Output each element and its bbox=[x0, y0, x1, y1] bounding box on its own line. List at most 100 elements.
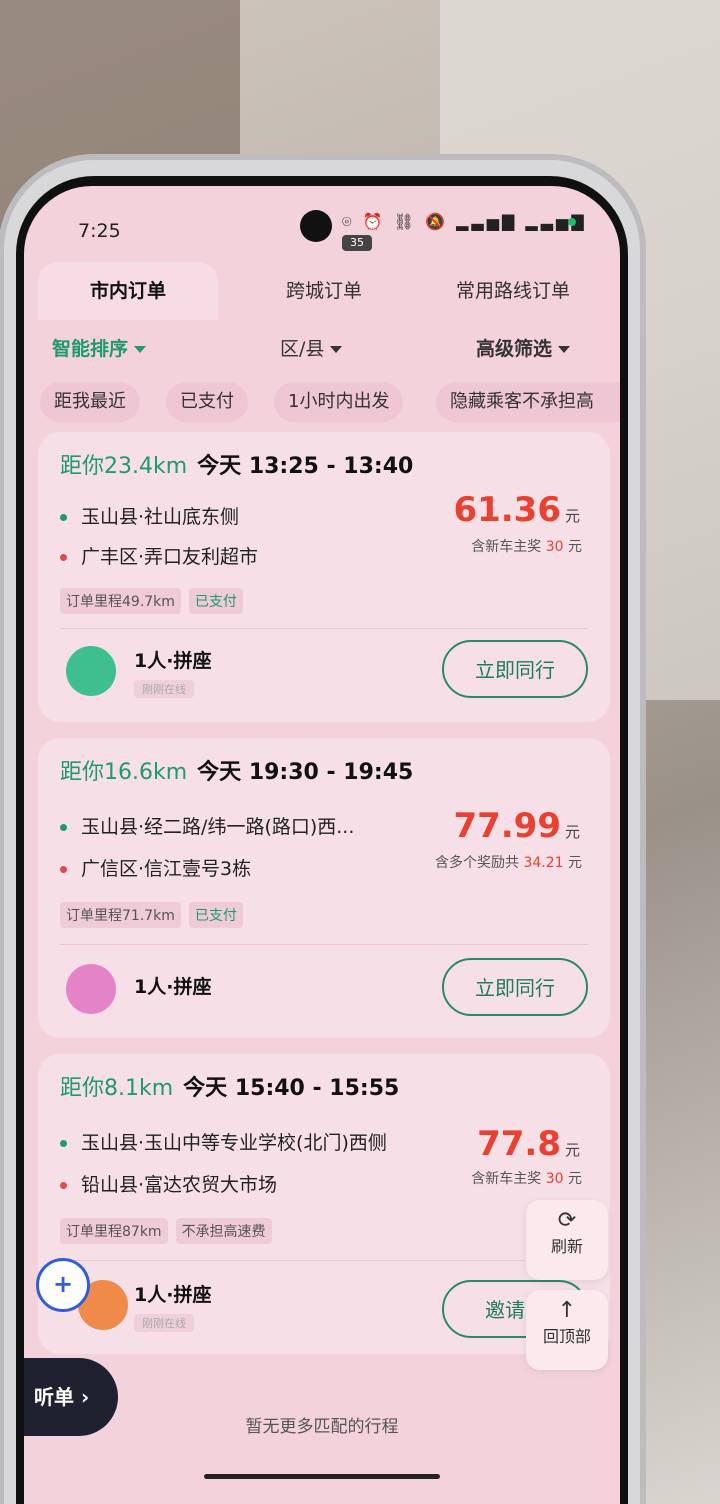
bonus-unit: 元 bbox=[568, 1171, 582, 1187]
tab-routes[interactable]: 常用路线订单 bbox=[420, 262, 606, 320]
caret-down-icon bbox=[134, 346, 147, 353]
sort-label: 智能排序 bbox=[52, 338, 129, 360]
chip-within-hour[interactable]: 1小时内出发 bbox=[274, 382, 404, 422]
order-distance: 距你23.4km bbox=[60, 454, 188, 479]
phone-screen: 7:25 ⌾ ⏰ ⛓ 🔕 ▂▃▅▇ ▂▃▅▇ 35 市内订单 跨城订单 常用路线… bbox=[24, 186, 620, 1504]
order-price: 61.36 元 bbox=[453, 490, 580, 530]
order-tags: 订单里程87km 不承担高速费 bbox=[60, 1218, 280, 1244]
advanced-filter-label: 高级筛选 bbox=[476, 338, 553, 360]
seat-info: 1人·拼座 bbox=[134, 1284, 212, 1306]
bonus-text: 含多个奖励共 bbox=[435, 855, 519, 871]
dropoff-text: 铅山县·富达农贸大市场 bbox=[81, 1174, 278, 1196]
price-unit: 元 bbox=[564, 1141, 580, 1159]
chip-hide-toll[interactable]: 隐藏乘客不承担高 bbox=[436, 382, 620, 422]
district-dropdown[interactable]: 区/县 bbox=[280, 334, 343, 361]
card-divider bbox=[60, 628, 588, 629]
refresh-button[interactable]: ⟳ 刷新 bbox=[526, 1200, 608, 1280]
order-tags: 订单里程71.7km 已支付 bbox=[60, 902, 251, 928]
order-bonus: 含多个奖励共 34.21 元 bbox=[435, 852, 582, 872]
mileage-tag: 订单里程87km bbox=[60, 1218, 168, 1244]
dropoff-text: 广丰区·弄口友利超市 bbox=[81, 546, 259, 568]
bonus-amount: 30 bbox=[545, 1171, 564, 1187]
home-indicator[interactable] bbox=[204, 1474, 440, 1479]
order-tags: 订单里程49.7km 已支付 bbox=[60, 588, 251, 614]
sort-dropdown[interactable]: 智能排序 bbox=[52, 334, 147, 361]
back-to-top-label: 回顶部 bbox=[542, 1327, 591, 1346]
card-divider bbox=[60, 944, 588, 945]
filter-bar: 智能排序 区/县 高级筛选 bbox=[24, 326, 620, 372]
order-card[interactable]: 距你23.4km 今天 13:25 - 13:40 玉山县·社山底东侧 广丰区·弄… bbox=[38, 432, 610, 722]
price-value: 77.8 bbox=[477, 1124, 561, 1164]
paid-tag: 已支付 bbox=[188, 902, 243, 928]
refresh-label: 刷新 bbox=[550, 1237, 583, 1256]
bonus-unit: 元 bbox=[568, 855, 582, 871]
front-camera bbox=[300, 210, 332, 242]
status-bar: 7:25 ⌾ ⏰ ⛓ 🔕 ▂▃▅▇ ▂▃▅▇ 35 bbox=[24, 186, 620, 266]
chip-nearest[interactable]: 距我最近 bbox=[40, 382, 140, 422]
pickup-dot-icon bbox=[60, 824, 67, 831]
caret-down-icon bbox=[558, 346, 571, 353]
order-time: 今天 19:30 - 19:45 bbox=[197, 760, 414, 785]
bonus-unit: 元 bbox=[568, 539, 582, 555]
pickup-location: 玉山县·经二路/纬一路(路口)西... bbox=[60, 812, 354, 839]
safety-shield-icon[interactable]: + bbox=[36, 1258, 90, 1312]
privacy-dot bbox=[568, 218, 576, 226]
dropoff-text: 广信区·信江壹号3栋 bbox=[81, 858, 252, 880]
order-bonus: 含新车主奖 30 元 bbox=[471, 536, 582, 556]
order-card[interactable]: 距你8.1km 今天 15:40 - 15:55 玉山县·玉山中等专业学校(北门)… bbox=[38, 1054, 610, 1354]
order-bonus: 含新车主奖 30 元 bbox=[471, 1168, 582, 1188]
join-trip-button[interactable]: 立即同行 bbox=[442, 640, 588, 698]
advanced-filter-dropdown[interactable]: 高级筛选 bbox=[476, 334, 571, 361]
tab-city[interactable]: 市内订单 bbox=[38, 262, 218, 320]
passenger-avatar bbox=[66, 646, 116, 696]
pickup-text: 玉山县·玉山中等专业学校(北门)西侧 bbox=[81, 1132, 387, 1154]
order-card[interactable]: 距你16.6km 今天 19:30 - 19:45 玉山县·经二路/纬一路(路口)… bbox=[38, 738, 610, 1038]
pickup-text: 玉山县·经二路/纬一路(路口)西... bbox=[81, 816, 355, 838]
order-tabs: 市内订单 跨城订单 常用路线订单 bbox=[24, 262, 620, 324]
dropoff-dot-icon bbox=[60, 554, 67, 561]
bonus-amount: 30 bbox=[545, 539, 564, 555]
seat-info: 1人·拼座 bbox=[134, 650, 212, 672]
card-divider bbox=[60, 1260, 588, 1261]
mileage-tag: 订单里程49.7km bbox=[60, 588, 181, 614]
dropoff-location: 铅山县·富达农贸大市场 bbox=[60, 1170, 277, 1197]
arrow-up-icon: ↑ bbox=[557, 1298, 577, 1323]
price-value: 77.99 bbox=[453, 806, 561, 846]
no-more-trips-text: 暂无更多匹配的行程 bbox=[245, 1417, 399, 1437]
tab-intercity[interactable]: 跨城订单 bbox=[234, 262, 414, 320]
order-time: 今天 15:40 - 15:55 bbox=[183, 1076, 400, 1101]
paid-tag: 已支付 bbox=[188, 588, 243, 614]
bonus-text: 含新车主奖 bbox=[471, 539, 542, 555]
order-price: 77.8 元 bbox=[477, 1124, 580, 1164]
pickup-dot-icon bbox=[60, 1140, 67, 1147]
seat-info: 1人·拼座 bbox=[134, 976, 212, 998]
status-icons: ⌾ ⏰ ⛓ 🔕 ▂▃▅▇ ▂▃▅▇ 35 bbox=[342, 212, 620, 251]
battery-icon: 35 bbox=[342, 234, 372, 251]
order-header: 距你23.4km 今天 13:25 - 13:40 bbox=[60, 448, 413, 480]
order-header: 距你16.6km 今天 19:30 - 19:45 bbox=[60, 754, 413, 786]
pickup-dot-icon bbox=[60, 514, 67, 521]
status-time: 7:25 bbox=[78, 220, 121, 242]
dropoff-location: 广信区·信江壹号3栋 bbox=[60, 854, 251, 881]
dropoff-location: 广丰区·弄口友利超市 bbox=[60, 542, 258, 569]
join-trip-button[interactable]: 立即同行 bbox=[442, 958, 588, 1016]
bonus-amount: 34.21 bbox=[523, 855, 564, 871]
passenger-avatar bbox=[66, 964, 116, 1014]
quick-filter-chips: 距我最近 已支付 1小时内出发 隐藏乘客不承担高 bbox=[24, 380, 620, 430]
district-label: 区/县 bbox=[280, 338, 325, 360]
order-header: 距你8.1km 今天 15:40 - 15:55 bbox=[60, 1070, 399, 1102]
chip-paid[interactable]: 已支付 bbox=[166, 382, 248, 422]
mileage-tag: 订单里程71.7km bbox=[60, 902, 181, 928]
bonus-text: 含新车主奖 bbox=[471, 1171, 542, 1187]
order-price: 77.99 元 bbox=[453, 806, 580, 846]
signal-icons: ⌾ ⏰ ⛓ 🔕 ▂▃▅▇ ▂▃▅▇ bbox=[342, 212, 587, 231]
dropoff-dot-icon bbox=[60, 1182, 67, 1189]
online-status: 刚刚在线 bbox=[134, 680, 194, 698]
order-distance: 距你8.1km bbox=[60, 1076, 174, 1101]
back-to-top-button[interactable]: ↑ 回顶部 bbox=[526, 1290, 608, 1370]
price-unit: 元 bbox=[564, 507, 580, 525]
pickup-location: 玉山县·社山底东侧 bbox=[60, 502, 239, 529]
toll-tag: 不承担高速费 bbox=[175, 1218, 272, 1244]
online-status: 刚刚在线 bbox=[134, 1314, 194, 1332]
pickup-location: 玉山县·玉山中等专业学校(北门)西侧 bbox=[60, 1128, 387, 1155]
